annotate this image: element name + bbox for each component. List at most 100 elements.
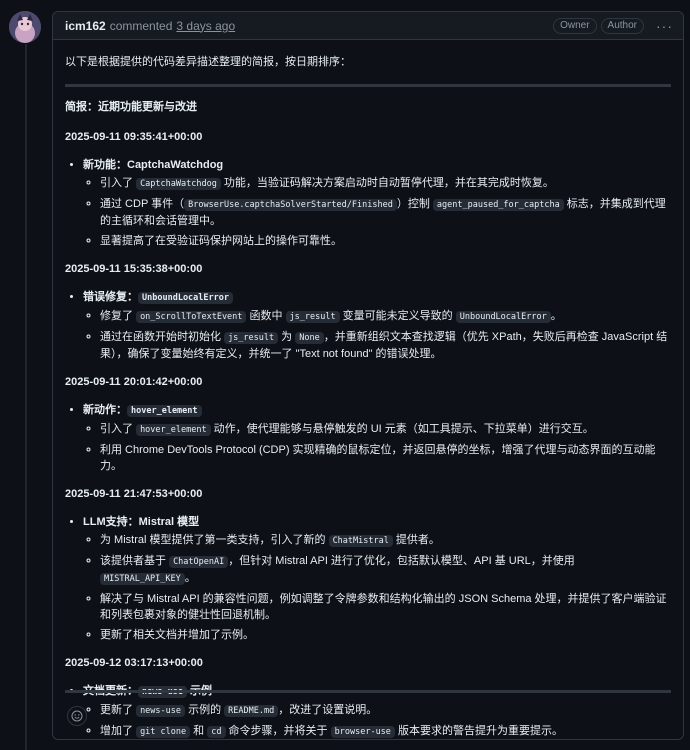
list-item: 通过 CDP 事件（BrowserUse.captchaSolverStarte… bbox=[100, 196, 671, 229]
section-date: 2025-09-11 09:35:41+00:00 bbox=[65, 131, 203, 143]
item-text: 增加了 bbox=[100, 725, 137, 737]
author-link[interactable]: icm162 bbox=[65, 19, 106, 33]
item-text: 。 bbox=[550, 310, 562, 322]
list-item: 为 Mistral 模型提供了第一类支持，引入了新的 ChatMistral 提… bbox=[100, 532, 671, 549]
list-item: 更新了 news-use 示例的 README.md，改进了设置说明。 bbox=[100, 702, 671, 719]
section-items: 引入了 CaptchaWatchdog 功能，当验证码解决方案启动时自动暂停代理… bbox=[83, 175, 671, 249]
divider bbox=[65, 690, 671, 693]
section-title-prefix: LLM支持： bbox=[83, 516, 139, 528]
item-text: 更新了 bbox=[100, 704, 137, 716]
list-item: 显著提高了在受验证码保护网站上的操作可靠性。 bbox=[100, 233, 671, 249]
list-item: 增加了 git clone 和 cd 命令步骤，并将关于 browser-use… bbox=[100, 723, 671, 739]
divider bbox=[65, 84, 671, 87]
intro-text: 以下是根据提供的代码差异描述整理的简报，按日期排序： bbox=[65, 56, 351, 68]
comment-body: 以下是根据提供的代码差异描述整理的简报，按日期排序： 简报：近期功能更新与改进 … bbox=[53, 40, 683, 739]
item-text: 利用 Chrome DevTools Protocol (CDP) 实现精确的鼠… bbox=[100, 444, 656, 472]
section-title-prefix: 新功能： bbox=[83, 159, 127, 171]
inline-code: BrowserUse.captchaSolverStarted/Finished bbox=[184, 199, 397, 211]
item-text: 动作，使代理能够与悬停触发的 UI 元素（如工具提示、下拉菜单）进行交互。 bbox=[210, 423, 594, 435]
item-text: 。 bbox=[184, 572, 196, 584]
item-text: 显著提高了在受验证码保护网站上的操作可靠性。 bbox=[100, 235, 342, 247]
item-text: 为 bbox=[278, 331, 296, 343]
item-text: 为 Mistral 模型提供了第一类支持，引入了新的 bbox=[100, 534, 329, 546]
inline-code: js_result bbox=[224, 332, 279, 344]
list-item: 更新了相关文档并增加了示例。 bbox=[100, 627, 671, 643]
list-item: 通过在函数开始时初始化 js_result 为 None，并重新组织文本查找逻辑… bbox=[100, 329, 671, 362]
section-title: 新功能：CaptchaWatchdog引入了 CaptchaWatchdog 功… bbox=[83, 157, 671, 249]
section-title-prefix: 新动作： bbox=[83, 404, 127, 416]
inline-code: UnboundLocalError bbox=[455, 311, 551, 323]
item-text: ，但针对 Mistral API 进行了优化，包括默认模型、API 基 URL，… bbox=[228, 555, 575, 567]
kebab-horizontal-icon[interactable]: ··· bbox=[656, 18, 673, 34]
timeline-line bbox=[25, 44, 27, 750]
item-text: 该提供者基于 bbox=[100, 555, 170, 567]
inline-code: news-use bbox=[136, 705, 186, 717]
item-text: 和 bbox=[190, 725, 208, 737]
item-text: 更新了相关文档并增加了示例。 bbox=[100, 629, 254, 641]
smiley-icon[interactable] bbox=[67, 706, 87, 726]
item-text: 版本要求的警告提升为重要提示。 bbox=[394, 725, 563, 737]
list-item: 解决了与 Mistral API 的兼容性问题，例如调整了令牌参数和结构化输出的… bbox=[100, 591, 671, 623]
section-items: 修复了 on_ScrollToTextEvent 函数中 js_result 变… bbox=[83, 308, 671, 362]
item-text: 示例的 bbox=[185, 704, 225, 716]
list-item: 引入了 hover_element 动作，使代理能够与悬停触发的 UI 元素（如… bbox=[100, 421, 671, 438]
sections: 2025-09-11 09:35:41+00:00新功能：CaptchaWatc… bbox=[65, 129, 671, 739]
owner-badge: Owner bbox=[553, 17, 597, 34]
inline-code: README.md bbox=[224, 705, 279, 717]
comment-header: icm162 commented 3 days ago Owner Author… bbox=[53, 12, 683, 40]
section-list: 新动作：hover_element引入了 hover_element 动作，使代… bbox=[65, 402, 671, 474]
avatar[interactable] bbox=[9, 11, 41, 43]
section-title-code: hover_element bbox=[127, 405, 202, 417]
section-items: 引入了 hover_element 动作，使代理能够与悬停触发的 UI 元素（如… bbox=[83, 421, 671, 474]
inline-code: agent_paused_for_captcha bbox=[432, 199, 564, 211]
item-text: 通过 CDP 事件（ bbox=[100, 198, 185, 210]
inline-code: ChatMistral bbox=[328, 535, 393, 547]
section-title-text: CaptchaWatchdog bbox=[127, 159, 224, 171]
item-text: 引入了 bbox=[100, 177, 137, 189]
section-items: 更新了 news-use 示例的 README.md，改进了设置说明。增加了 g… bbox=[83, 702, 671, 739]
section-date: 2025-09-11 15:35:38+00:00 bbox=[65, 263, 203, 275]
inline-code: git clone bbox=[136, 726, 191, 738]
item-text: 修复了 bbox=[100, 310, 137, 322]
item-text: 功能，当验证码解决方案启动时自动暂停代理，并在其完成时恢复。 bbox=[220, 177, 554, 189]
inline-code: browser-use bbox=[330, 726, 395, 738]
section-title-prefix: 错误修复： bbox=[83, 291, 138, 303]
section-title: 新动作：hover_element引入了 hover_element 动作，使代… bbox=[83, 402, 671, 474]
section-list: 错误修复：UnboundLocalError修复了 on_ScrollToTex… bbox=[65, 289, 671, 362]
timestamp-link[interactable]: 3 days ago bbox=[176, 19, 235, 33]
section-items: 为 Mistral 模型提供了第一类支持，引入了新的 ChatMistral 提… bbox=[83, 532, 671, 643]
item-text: ）控制 bbox=[396, 198, 433, 210]
section-date: 2025-09-11 21:47:53+00:00 bbox=[65, 488, 203, 500]
section-date: 2025-09-11 20:01:42+00:00 bbox=[65, 376, 203, 388]
badges: Owner Author ··· bbox=[553, 17, 673, 34]
inline-code: CaptchaWatchdog bbox=[136, 178, 221, 190]
section-date: 2025-09-12 03:17:13+00:00 bbox=[65, 657, 203, 669]
author-badge: Author bbox=[600, 17, 644, 34]
section-list: LLM支持：Mistral 模型为 Mistral 模型提供了第一类支持，引入了… bbox=[65, 514, 671, 643]
inline-code: None bbox=[295, 332, 324, 344]
inline-code: js_result bbox=[285, 311, 340, 323]
item-text: 通过在函数开始时初始化 bbox=[100, 331, 225, 343]
item-text: 解决了与 Mistral API 的兼容性问题，例如调整了令牌参数和结构化输出的… bbox=[100, 593, 667, 621]
inline-code: cd bbox=[207, 726, 226, 738]
list-item: 修复了 on_ScrollToTextEvent 函数中 js_result 变… bbox=[100, 308, 671, 325]
section-title-text: Mistral 模型 bbox=[138, 516, 200, 528]
brief-heading: 简报：近期功能更新与改进 bbox=[65, 101, 197, 113]
inline-code: hover_element bbox=[136, 424, 211, 436]
item-text: 引入了 bbox=[100, 423, 137, 435]
inline-code: ChatOpenAI bbox=[169, 556, 229, 568]
item-text: 命令步骤，并将关于 bbox=[225, 725, 331, 737]
item-text: 变量可能未定义导致的 bbox=[339, 310, 456, 322]
section-title: LLM支持：Mistral 模型为 Mistral 模型提供了第一类支持，引入了… bbox=[83, 514, 671, 643]
list-item: 引入了 CaptchaWatchdog 功能，当验证码解决方案启动时自动暂停代理… bbox=[100, 175, 671, 192]
comment-card: icm162 commented 3 days ago Owner Author… bbox=[52, 11, 684, 740]
inline-code: on_ScrollToTextEvent bbox=[136, 311, 247, 323]
comment-action: commented bbox=[109, 18, 173, 33]
section-title-code: UnboundLocalError bbox=[138, 292, 233, 304]
section-list: 新功能：CaptchaWatchdog引入了 CaptchaWatchdog 功… bbox=[65, 157, 671, 249]
item-text: ，改进了设置说明。 bbox=[278, 704, 378, 716]
list-item: 该提供者基于 ChatOpenAI，但针对 Mistral API 进行了优化，… bbox=[100, 553, 671, 587]
section-title: 错误修复：UnboundLocalError修复了 on_ScrollToTex… bbox=[83, 289, 671, 362]
inline-code: MISTRAL_API_KEY bbox=[100, 573, 185, 585]
item-text: 函数中 bbox=[246, 310, 286, 322]
